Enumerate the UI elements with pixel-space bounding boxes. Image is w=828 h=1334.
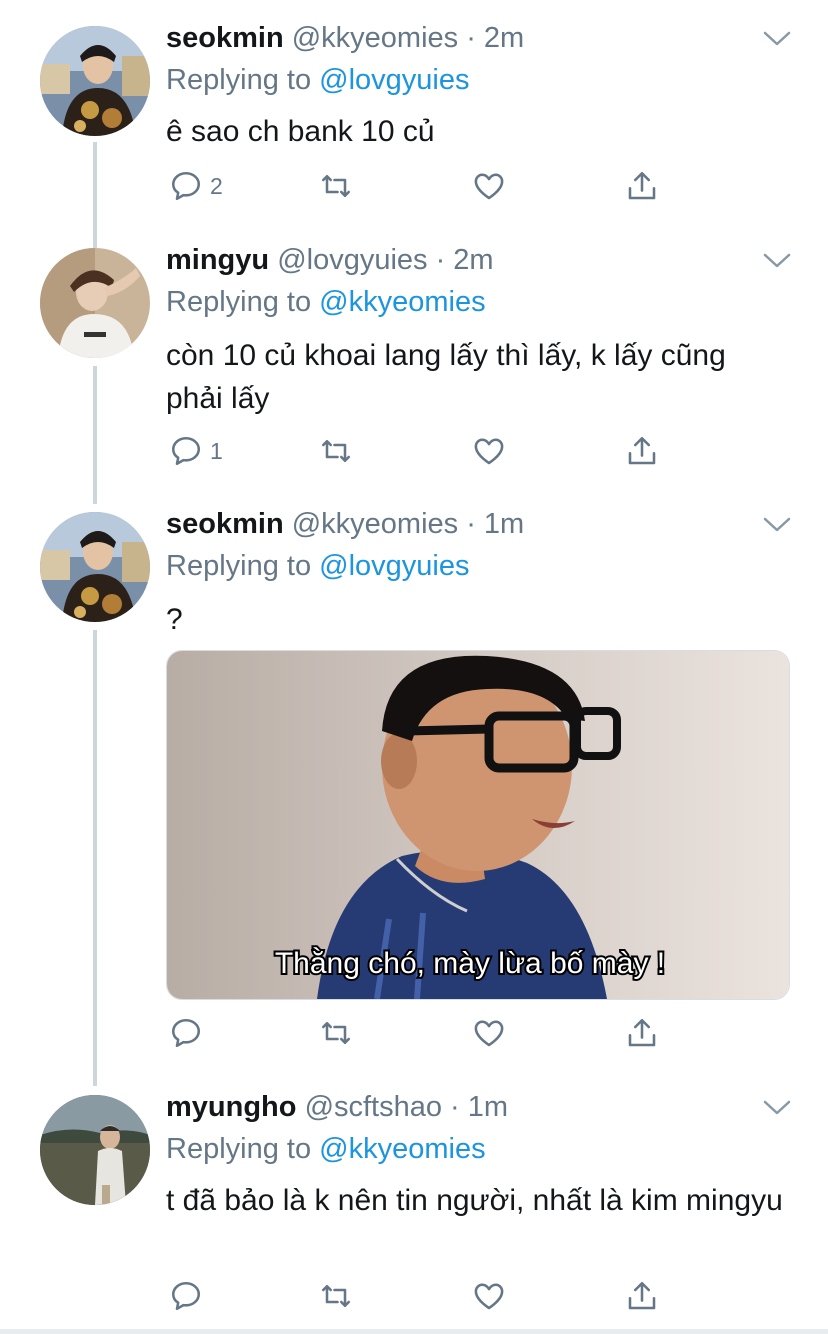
retweet-icon (321, 1284, 351, 1308)
share-icon (628, 1018, 656, 1047)
chevron-down-icon[interactable] (762, 250, 792, 272)
handle-time: @kkyeomies · 1m (291, 508, 525, 540)
handle-time: @kkyeomies · 2m (291, 22, 525, 54)
tweet-text: t đã bảo là k nên tin người, nhất là kim… (166, 1184, 783, 1217)
tweet-text: ? (166, 603, 183, 636)
like-button[interactable] (471, 166, 507, 206)
reply-icon (171, 436, 201, 466)
heart-icon (474, 438, 504, 465)
chevron-down-icon[interactable] (762, 1097, 792, 1119)
tweet-header: seokmin @kkyeomies · 1m (166, 504, 524, 544)
reply-count: 1 (210, 437, 223, 464)
avatar[interactable] (40, 1095, 150, 1205)
reply-button[interactable] (168, 1013, 204, 1053)
heart-icon (474, 173, 504, 200)
replying-prefix: Replying to (166, 550, 312, 582)
reply-icon (171, 1281, 201, 1311)
chevron-down-icon[interactable] (762, 514, 792, 536)
reply-icon (171, 1018, 201, 1048)
chevron-down-icon[interactable] (762, 28, 792, 50)
share-button[interactable] (624, 1013, 660, 1053)
like-button[interactable] (471, 1013, 507, 1053)
replying-prefix: Replying to (166, 1133, 312, 1165)
like-button[interactable] (471, 431, 507, 471)
mention-link[interactable]: @kkyeomies (319, 1133, 485, 1165)
reply-count: 2 (210, 172, 223, 199)
replying-prefix: Replying to (166, 64, 312, 96)
handle-time: @scftshao · 1m (304, 1091, 509, 1123)
thread-line (93, 142, 97, 250)
tweet-actions (166, 1276, 666, 1316)
replying-to: Replying to @kkyeomies (166, 1127, 486, 1171)
retweet-button[interactable] (318, 166, 354, 206)
share-icon (628, 171, 656, 200)
retweet-button[interactable] (318, 1013, 354, 1053)
tweet-actions (166, 1013, 666, 1053)
retweet-icon (321, 1021, 351, 1045)
replying-to: Replying to @lovgyuies (166, 544, 470, 588)
retweet-icon (321, 174, 351, 198)
retweet-button[interactable] (318, 431, 354, 471)
share-icon (628, 1281, 656, 1310)
thread-line (93, 630, 97, 1086)
bottom-divider (0, 1329, 828, 1334)
thread-line (93, 366, 97, 504)
tweet-media-image[interactable]: Thằng chó, mày lừa bố mày ! (166, 650, 790, 1000)
replying-to: Replying to @kkyeomies (166, 280, 486, 324)
tweet-text: ê sao ch bank 10 củ (166, 115, 435, 148)
tweet-header: mingyu @lovgyuies · 2m (166, 240, 494, 280)
reply-button[interactable]: 2 (168, 166, 223, 206)
mention-link[interactable]: @lovgyuies (319, 550, 469, 582)
tweet-actions: 1 (166, 431, 666, 471)
heart-icon (474, 1020, 504, 1047)
avatar[interactable] (40, 512, 150, 622)
share-button[interactable] (624, 166, 660, 206)
replying-prefix: Replying to (166, 286, 312, 318)
tweet-header: myungho @scftshao · 1m (166, 1087, 508, 1127)
tweet-text: còn 10 củ khoai lang lấy thì lấy, k lấy … (166, 339, 726, 415)
tweet-actions: 2 (166, 166, 666, 206)
display-name[interactable]: myungho (166, 1091, 297, 1123)
replying-to: Replying to @lovgyuies (166, 58, 470, 102)
share-icon (628, 436, 656, 465)
heart-icon (474, 1283, 504, 1310)
tweet-header: seokmin @kkyeomies · 2m (166, 18, 524, 58)
share-button[interactable] (624, 1276, 660, 1316)
share-button[interactable] (624, 431, 660, 471)
avatar[interactable] (40, 26, 150, 136)
mention-link[interactable]: @kkyeomies (319, 286, 485, 318)
mention-link[interactable]: @lovgyuies (319, 64, 469, 96)
avatar[interactable] (40, 248, 150, 358)
retweet-icon (321, 439, 351, 463)
like-button[interactable] (471, 1276, 507, 1316)
reply-button[interactable]: 1 (168, 431, 223, 471)
display-name[interactable]: mingyu (166, 244, 269, 276)
handle-time: @lovgyuies · 2m (277, 244, 494, 276)
retweet-button[interactable] (318, 1276, 354, 1316)
reply-icon (171, 171, 201, 201)
display-name[interactable]: seokmin (166, 508, 284, 540)
media-caption: Thằng chó, mày lừa bố mày ! (275, 947, 665, 980)
reply-button[interactable] (168, 1276, 204, 1316)
display-name[interactable]: seokmin (166, 22, 284, 54)
